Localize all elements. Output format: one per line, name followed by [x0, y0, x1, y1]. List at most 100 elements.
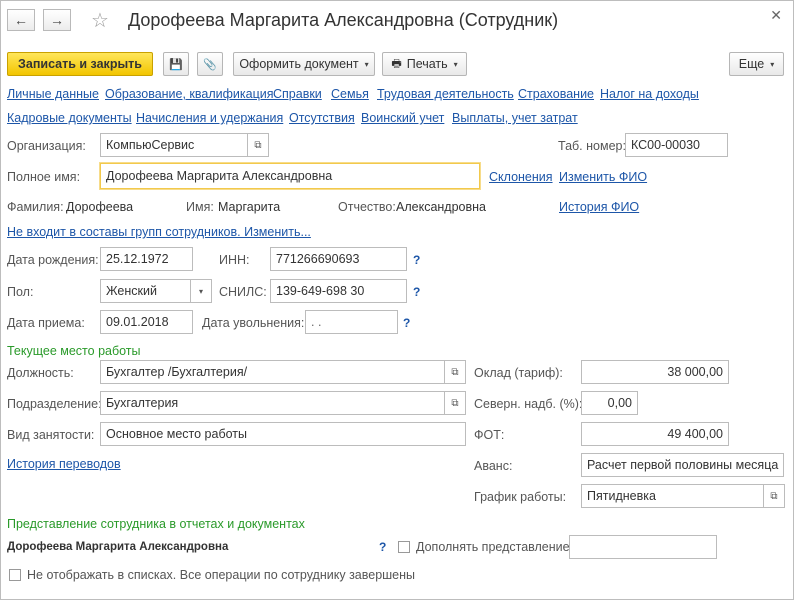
- advance-label: Аванс:: [474, 459, 513, 473]
- print-label: Печать: [406, 57, 448, 71]
- fot-label: ФОТ:: [474, 428, 505, 442]
- tab-work-activity[interactable]: Трудовая деятельность: [377, 87, 514, 101]
- schedule-open-button[interactable]: ⧉: [763, 484, 785, 508]
- create-document-button[interactable]: Оформить документ ▾: [233, 52, 375, 76]
- department-open-button[interactable]: ⧉: [444, 391, 466, 415]
- representation-name: Дорофеева Маргарита Александровна: [7, 541, 229, 553]
- arrow-left-icon: ←: [14, 12, 28, 28]
- save-close-button[interactable]: Записать и закрыть: [7, 52, 153, 76]
- help-icon[interactable]: ?: [413, 253, 420, 267]
- tab-personal-data[interactable]: Личные данные: [7, 87, 99, 101]
- org-field[interactable]: КомпьюСервис: [100, 133, 248, 157]
- attach-button[interactable]: 📎: [197, 52, 223, 76]
- tab-family[interactable]: Семья: [331, 87, 369, 101]
- tab-hr-documents[interactable]: Кадровые документы: [7, 111, 132, 125]
- hide-in-lists-label: Не отображать в списках. Все операции по…: [27, 568, 416, 582]
- groups-link[interactable]: Не входит в составы групп сотрудников. И…: [7, 225, 311, 239]
- birth-label: Дата рождения:: [7, 253, 99, 267]
- more-button[interactable]: Еще ▾: [729, 52, 784, 76]
- save-button[interactable]: 💾: [163, 52, 189, 76]
- surname-label: Фамилия:: [7, 200, 64, 214]
- declension-link[interactable]: Склонения: [489, 170, 553, 184]
- hire-date-field[interactable]: 09.01.2018: [100, 310, 193, 334]
- inn-field[interactable]: 771266690693: [270, 247, 407, 271]
- supplement-label: Дополнять представление: [416, 540, 570, 554]
- chevron-down-icon: ▾: [364, 59, 369, 69]
- tab-accruals[interactable]: Начисления и удержания: [136, 111, 283, 125]
- fullname-field[interactable]: Дорофеева Маргарита Александровна: [100, 163, 480, 189]
- inn-label: ИНН:: [219, 253, 250, 267]
- fire-label: Дата увольнения:: [202, 316, 305, 330]
- salary-label: Оклад (тариф):: [474, 366, 563, 380]
- surname-value: Дорофеева: [66, 200, 134, 214]
- representation-section-title: Представление сотрудника в отчетах и док…: [7, 517, 305, 531]
- fire-date-field[interactable]: . .: [305, 310, 398, 334]
- position-field[interactable]: Бухгалтер /Бухгалтерия/: [100, 360, 445, 384]
- supplement-field[interactable]: [569, 535, 717, 559]
- open-icon: ⧉: [451, 397, 459, 409]
- open-icon: ⧉: [770, 490, 778, 502]
- chevron-down-icon: ▾: [198, 286, 203, 296]
- schedule-label: График работы:: [474, 490, 567, 504]
- employment-field[interactable]: Основное место работы: [100, 422, 466, 446]
- gender-select[interactable]: Женский: [100, 279, 193, 303]
- tab-number-label: Таб. номер:: [558, 139, 626, 153]
- tab-certificates[interactable]: Справки: [273, 87, 322, 101]
- chevron-down-icon: ▾: [453, 59, 458, 69]
- tab-education[interactable]: Образование, квалификация: [105, 87, 274, 101]
- department-field[interactable]: Бухгалтерия: [100, 391, 445, 415]
- fullname-label: Полное имя:: [7, 170, 81, 184]
- position-open-button[interactable]: ⧉: [444, 360, 466, 384]
- open-icon: ⧉: [451, 366, 459, 378]
- gender-dropdown-button[interactable]: ▾: [190, 279, 212, 303]
- forward-button[interactable]: →: [43, 9, 71, 31]
- supplement-checkbox[interactable]: [398, 541, 410, 553]
- more-label: Еще: [738, 57, 765, 71]
- create-document-label: Оформить документ: [239, 57, 359, 71]
- paperclip-icon: 📎: [203, 58, 217, 71]
- gender-label: Пол:: [7, 285, 34, 299]
- help-icon[interactable]: ?: [413, 285, 420, 299]
- chevron-down-icon: ▾: [770, 59, 775, 69]
- position-label: Должность:: [7, 366, 74, 380]
- fot-field[interactable]: 49 400,00: [581, 422, 729, 446]
- north-allowance-field[interactable]: 0,00: [581, 391, 638, 415]
- arrow-right-icon: →: [50, 12, 64, 28]
- close-icon[interactable]: ✕: [770, 7, 782, 24]
- current-work-section-title: Текущее место работы: [7, 344, 141, 358]
- tab-payments[interactable]: Выплаты, учет затрат: [452, 111, 578, 125]
- change-fio-link[interactable]: Изменить ФИО: [559, 170, 647, 184]
- fio-history-link[interactable]: История ФИО: [559, 200, 639, 214]
- name-label: Имя:: [186, 200, 214, 214]
- birth-date-field[interactable]: 25.12.1972: [100, 247, 193, 271]
- page-title: Дорофеева Маргарита Александровна (Сотру…: [128, 10, 559, 30]
- department-label: Подразделение:: [7, 397, 102, 411]
- salary-field[interactable]: 38 000,00: [581, 360, 729, 384]
- snils-field[interactable]: 139-649-698 30: [270, 279, 407, 303]
- tab-military[interactable]: Воинский учет: [361, 111, 444, 125]
- help-icon[interactable]: ?: [403, 316, 410, 330]
- open-icon: ⧉: [254, 139, 262, 151]
- tab-number-field[interactable]: КС00-00030: [625, 133, 728, 157]
- employment-label: Вид занятости:: [7, 428, 95, 442]
- floppy-icon: 💾: [169, 58, 183, 71]
- snils-label: СНИЛС:: [219, 285, 267, 299]
- north-allowance-label: Северн. надб. (%):: [474, 397, 583, 411]
- tab-insurance[interactable]: Страхование: [518, 87, 594, 101]
- org-label: Организация:: [7, 139, 86, 153]
- org-open-button[interactable]: ⧉: [247, 133, 269, 157]
- advance-field[interactable]: Расчет первой половины месяца: [581, 453, 784, 477]
- back-button[interactable]: ←: [7, 9, 35, 31]
- help-icon[interactable]: ?: [379, 540, 386, 554]
- print-button[interactable]: 🖶 Печать ▾: [382, 52, 467, 76]
- tab-income-tax[interactable]: Налог на доходы: [600, 87, 699, 101]
- star-icon[interactable]: ☆: [91, 8, 109, 33]
- name-value: Маргарита: [218, 200, 281, 214]
- hide-in-lists-checkbox[interactable]: [9, 569, 21, 581]
- hire-label: Дата приема:: [7, 316, 85, 330]
- tab-absences[interactable]: Отсутствия: [289, 111, 355, 125]
- transfers-history-link[interactable]: История переводов: [7, 457, 121, 471]
- patronymic-value: Александровна: [396, 200, 486, 214]
- schedule-field[interactable]: Пятидневка: [581, 484, 764, 508]
- patronymic-label: Отчество:: [338, 200, 396, 214]
